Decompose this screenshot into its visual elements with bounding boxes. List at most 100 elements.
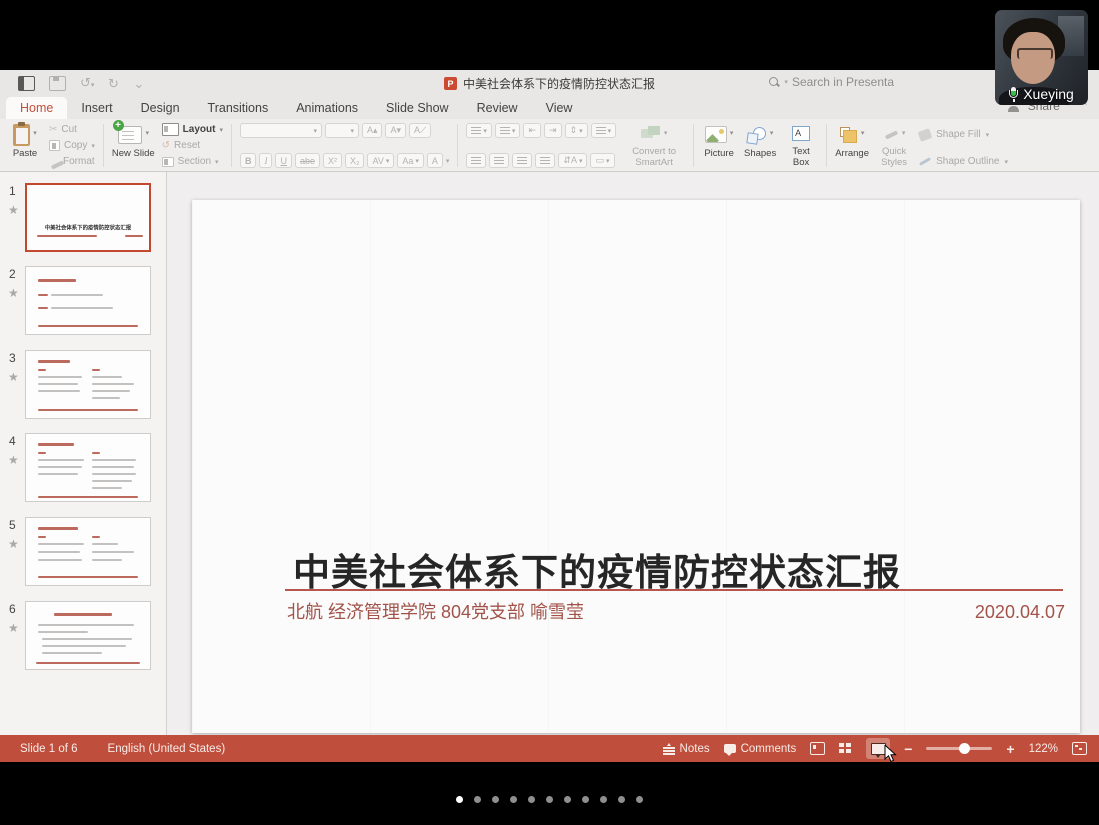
shape-outline-button[interactable]: Shape Outline▾ [919,155,1008,168]
format-painter-button[interactable]: Format [49,155,95,168]
pagination-dot[interactable] [456,796,463,803]
thumbnail-slide-4[interactable]: 4 ★ [0,433,167,505]
slide-title[interactable]: 中美社会体系下的疫情防控状态汇报 [293,542,901,596]
slide-subtitle[interactable]: 北航 经济管理学院 804党支部 喻雪莹 [287,598,584,624]
bullets-button[interactable]: ▾ [466,123,492,138]
zoom-level[interactable]: 122% [1029,743,1058,755]
pagination-dot[interactable] [474,796,481,803]
align-right-button[interactable] [512,153,532,168]
animation-star-icon: ★ [8,621,19,635]
zoom-slider[interactable] [926,747,992,750]
reset-button[interactable]: ↺Reset [162,139,223,152]
normal-view-button[interactable] [810,742,825,755]
pagination-dot[interactable] [618,796,625,803]
tab-animations[interactable]: Animations [282,97,372,119]
layout-button[interactable]: Layout▾ [162,123,223,136]
thumbnail-slide-1[interactable]: 1 ★ 中美社会体系下的疫情防控状态汇报 [0,183,167,255]
columns-button[interactable]: ▾ [591,123,617,138]
text-direction-button[interactable]: ⇵A▾ [558,153,587,168]
thumbnail-preview[interactable] [25,266,151,335]
thumbnail-slide-2[interactable]: 2 ★ [0,266,167,338]
tab-home[interactable]: Home [6,97,67,119]
justify-button[interactable] [535,153,555,168]
shrink-font-button[interactable]: A▾ [385,123,406,138]
font-color-button[interactable]: A [427,153,443,168]
new-slide-button[interactable]: +▾ New Slide [112,122,155,169]
thumbnail-slide-6[interactable]: 6 ★ [0,601,167,673]
comments-button[interactable]: Comments [724,743,797,755]
underline-button[interactable]: U [275,153,292,168]
shape-fill-button[interactable]: Shape Fill▾ [919,128,1008,141]
slide-sorter-view-button[interactable] [839,743,852,754]
pagination-dot[interactable] [582,796,589,803]
toggle-sidebar-icon[interactable] [18,76,35,91]
pagination-dot[interactable] [528,796,535,803]
tab-slide-show[interactable]: Slide Show [372,97,463,119]
tab-transitions[interactable]: Transitions [194,97,283,119]
quick-styles-button[interactable]: ▾ Quick Styles [876,122,912,169]
decrease-indent-button[interactable]: ⇤ [523,123,541,138]
superscript-button[interactable]: X² [323,153,342,168]
webcam-tile[interactable]: Xueying [995,10,1088,105]
font-name-select[interactable]: ▾ [240,123,322,138]
pagination-dot[interactable] [510,796,517,803]
zoom-slider-knob[interactable] [959,743,970,754]
character-spacing-button[interactable]: AV▾ [367,153,394,168]
line-spacing-button[interactable]: ⇕▾ [565,123,588,138]
pagination-dot[interactable] [492,796,499,803]
pagination-dot[interactable] [600,796,607,803]
redo-icon[interactable]: ↺ [108,77,119,90]
thumbnail-slide-5[interactable]: 5 ★ [0,517,167,589]
convert-smartart-button[interactable]: ▾ Convert to SmartArt [623,122,685,169]
save-icon[interactable] [49,76,66,91]
slide-number: 3 [9,351,16,365]
customize-toolbar-icon[interactable]: ⌄ [133,77,144,90]
align-left-button[interactable] [466,153,486,168]
pagination-dot[interactable] [546,796,553,803]
slide-editor[interactable]: 中美社会体系下的疫情防控状态汇报 北航 经济管理学院 804党支部 喻雪莹 20… [192,200,1080,733]
thumbnail-preview[interactable] [25,350,151,419]
clear-formatting-button[interactable]: A⟋ [409,123,431,138]
align-text-button[interactable]: ▭▾ [590,153,614,168]
arrange-button[interactable]: ▾ Arrange [835,122,869,169]
fit-to-window-button[interactable] [1072,742,1087,755]
cut-icon: ✂ [49,124,57,135]
zoom-in-button[interactable]: + [1006,741,1014,757]
increase-indent-button[interactable]: ⇥ [544,123,562,138]
subscript-button[interactable]: X₂ [345,153,365,168]
copy-button[interactable]: Copy▾ [49,139,95,152]
tab-review[interactable]: Review [463,97,532,119]
pagination-dot[interactable] [564,796,571,803]
font-size-select[interactable]: ▾ [325,123,359,138]
zoom-out-button[interactable]: − [904,741,912,757]
section-button[interactable]: Section▾ [162,155,223,168]
undo-icon[interactable]: ↺▾ [80,76,94,92]
clipboard-group: ▾ Paste ✂Cut Copy▾ Format [8,122,95,169]
grow-font-button[interactable]: A▴ [362,123,383,138]
thumbnail-preview[interactable] [25,433,151,502]
thumbnail-preview[interactable]: 中美社会体系下的疫情防控状态汇报 [25,183,151,252]
slide-date[interactable]: 2020.04.07 [975,602,1065,623]
change-case-button[interactable]: Aa▾ [397,153,424,168]
notes-button[interactable]: Notes [663,743,710,755]
language-button[interactable]: English (United States) [108,743,226,755]
numbering-button[interactable]: ▾ [495,123,521,138]
text-box-button[interactable]: A Text Box [784,122,818,169]
pagination-dot[interactable] [636,796,643,803]
align-center-button[interactable] [489,153,509,168]
bold-button[interactable]: B [240,153,257,168]
search-input[interactable]: ▾ Search in Presenta [769,75,894,89]
cut-button[interactable]: ✂Cut [49,123,95,136]
paste-button[interactable]: ▾ Paste [8,122,42,169]
thumbnail-preview[interactable] [25,517,151,586]
tab-insert[interactable]: Insert [67,97,126,119]
tab-view[interactable]: View [532,97,587,119]
shapes-button[interactable]: ▾ Shapes [743,122,777,169]
search-placeholder: Search in Presenta [792,75,894,89]
thumbnail-preview[interactable] [25,601,151,670]
italic-button[interactable]: I [259,153,272,168]
strikethrough-button[interactable]: abe [295,153,320,168]
tab-design[interactable]: Design [127,97,194,119]
thumbnail-slide-3[interactable]: 3 ★ [0,350,167,422]
picture-button[interactable]: ▾ Picture [702,122,736,169]
